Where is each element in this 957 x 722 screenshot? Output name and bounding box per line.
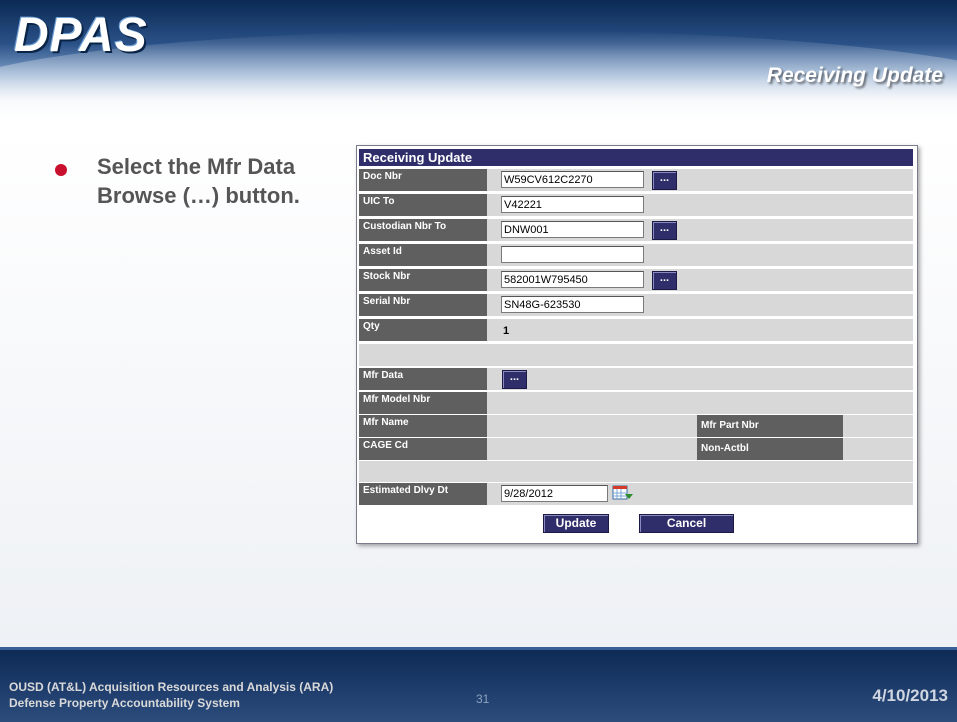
serial-nbr-label: Serial Nbr — [359, 294, 487, 316]
doc-nbr-label: Doc Nbr — [359, 169, 487, 191]
qty-value: 1 — [503, 325, 510, 337]
calendar-icon[interactable] — [612, 485, 633, 501]
instruction-text: Select the Mfr Data Browse (…) button. — [97, 154, 300, 208]
slide-header: DPAS Receiving Update — [0, 0, 957, 125]
asset-id-input[interactable] — [501, 246, 644, 263]
estimated-dlvy-dt-input[interactable]: 9/28/2012 — [501, 485, 608, 502]
mfr-name-label: Mfr Name — [359, 415, 487, 437]
footer-org: OUSD (AT&L) Acquisition Resources and An… — [9, 680, 334, 694]
row-custodian-nbr-to: Custodian Nbr To DNW001 ... — [359, 218, 913, 241]
stock-nbr-label: Stock Nbr — [359, 269, 487, 291]
row-spacer-2 — [359, 460, 913, 483]
mfr-data-label: Mfr Data — [359, 368, 487, 390]
row-stock-nbr: Stock Nbr 582001W795450 ... — [359, 268, 913, 291]
uic-to-input[interactable]: V42221 — [501, 196, 644, 213]
slide-title: Receiving Update — [766, 64, 943, 87]
panel-title: Receiving Update — [359, 149, 913, 166]
cage-cd-label: CAGE Cd — [359, 438, 487, 460]
row-doc-nbr: Doc Nbr W59CV612C2270 ... — [359, 168, 913, 191]
row-mfr-data: Mfr Data ... — [359, 367, 913, 390]
logo-text: DPAS — [14, 9, 148, 62]
doc-nbr-browse-button[interactable]: ... — [652, 171, 677, 190]
row-spacer-1 — [359, 343, 913, 366]
row-estimated-dlvy-dt: Estimated Dlvy Dt 9/28/2012 — [359, 482, 913, 505]
uic-to-label: UIC To — [359, 194, 487, 216]
serial-nbr-input[interactable]: SN48G-623530 — [501, 296, 644, 313]
custodian-nbr-to-input[interactable]: DNW001 — [501, 221, 644, 238]
qty-label: Qty — [359, 319, 487, 341]
row-asset-id: Asset Id — [359, 243, 913, 266]
stock-nbr-input[interactable]: 582001W795450 — [501, 271, 644, 288]
row-uic-to: UIC To V42221 — [359, 193, 913, 216]
bullet-dot-icon — [55, 164, 67, 176]
custodian-nbr-to-label: Custodian Nbr To — [359, 219, 487, 241]
update-button[interactable]: Update — [543, 514, 609, 533]
mfr-data-browse-button[interactable]: ... — [502, 370, 527, 389]
mfr-model-nbr-label: Mfr Model Nbr — [359, 392, 487, 414]
footer-system: Defense Property Accountability System — [9, 696, 240, 710]
row-mfr-model-nbr: Mfr Model Nbr — [359, 391, 913, 414]
row-serial-nbr: Serial Nbr SN48G-623530 — [359, 293, 913, 316]
mfr-part-nbr-label: Mfr Part Nbr — [697, 415, 843, 437]
cancel-button[interactable]: Cancel — [639, 514, 734, 533]
stock-nbr-browse-button[interactable]: ... — [652, 271, 677, 290]
dpas-logo: DPAS — [14, 8, 148, 63]
receiving-update-panel: Receiving Update Doc Nbr W59CV612C2270 .… — [356, 145, 918, 544]
doc-nbr-input[interactable]: W59CV612C2270 — [501, 171, 644, 188]
calendar-icon-graphic — [612, 485, 633, 500]
slide-footer: OUSD (AT&L) Acquisition Resources and An… — [0, 647, 957, 722]
asset-id-label: Asset Id — [359, 244, 487, 266]
row-cage-cd: CAGE Cd Non-Actbl — [359, 437, 913, 460]
non-actbl-label: Non-Actbl — [697, 438, 843, 460]
custodian-browse-button[interactable]: ... — [652, 221, 677, 240]
page-number: 31 — [476, 692, 490, 706]
row-mfr-name: Mfr Name Mfr Part Nbr — [359, 414, 913, 437]
row-qty: Qty 1 — [359, 318, 913, 341]
footer-date: 4/10/2013 — [872, 686, 948, 705]
estimated-dlvy-dt-label: Estimated Dlvy Dt — [359, 483, 487, 505]
